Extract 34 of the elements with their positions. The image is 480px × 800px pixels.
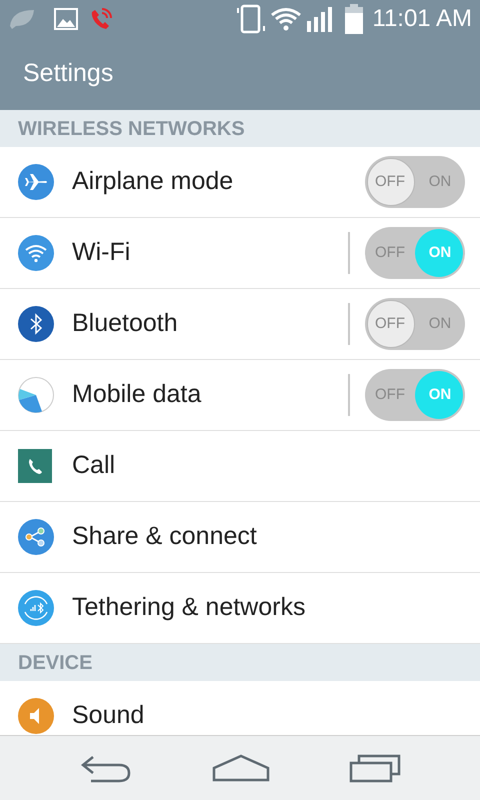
row-label: Tethering & networks xyxy=(72,592,306,624)
bluetooth-icon xyxy=(18,306,54,342)
page-title: Settings xyxy=(23,58,114,90)
off-label: OFF xyxy=(374,242,406,263)
section-header: WIRELESS NETWORKS xyxy=(0,110,480,147)
image-icon xyxy=(54,8,78,30)
share-icon xyxy=(18,519,54,555)
vibrate-icon xyxy=(236,4,266,34)
pie-icon xyxy=(18,377,54,413)
airplane-icon xyxy=(18,164,54,200)
row-label: Sound xyxy=(72,700,146,732)
home-icon[interactable] xyxy=(212,754,270,782)
row-label: Bluetooth xyxy=(72,308,179,340)
section-header: DEVICE xyxy=(0,644,480,681)
on-label: ON xyxy=(428,314,452,334)
row-label: Airplane mode xyxy=(72,166,234,198)
recent-apps-icon[interactable] xyxy=(348,753,401,783)
status-time: 11:01 AM xyxy=(372,4,472,34)
wifi-icon xyxy=(18,235,54,271)
on-label: ON xyxy=(428,172,452,192)
row-label: Call xyxy=(72,450,116,482)
battery-icon xyxy=(344,4,364,34)
speaker-icon xyxy=(18,698,54,734)
row-label: Wi-Fi xyxy=(72,237,132,268)
off-label: OFF xyxy=(374,172,406,192)
tethering-icon xyxy=(18,590,54,626)
on-label: ON xyxy=(428,242,452,263)
off-label: OFF xyxy=(374,384,406,405)
row-label: Mobile data xyxy=(72,379,202,410)
row-label: Share & connect xyxy=(72,521,258,552)
phone-icon xyxy=(18,449,52,483)
wifi-signal-icon xyxy=(270,6,302,32)
on-label: ON xyxy=(428,384,452,405)
off-label: OFF xyxy=(374,314,406,334)
